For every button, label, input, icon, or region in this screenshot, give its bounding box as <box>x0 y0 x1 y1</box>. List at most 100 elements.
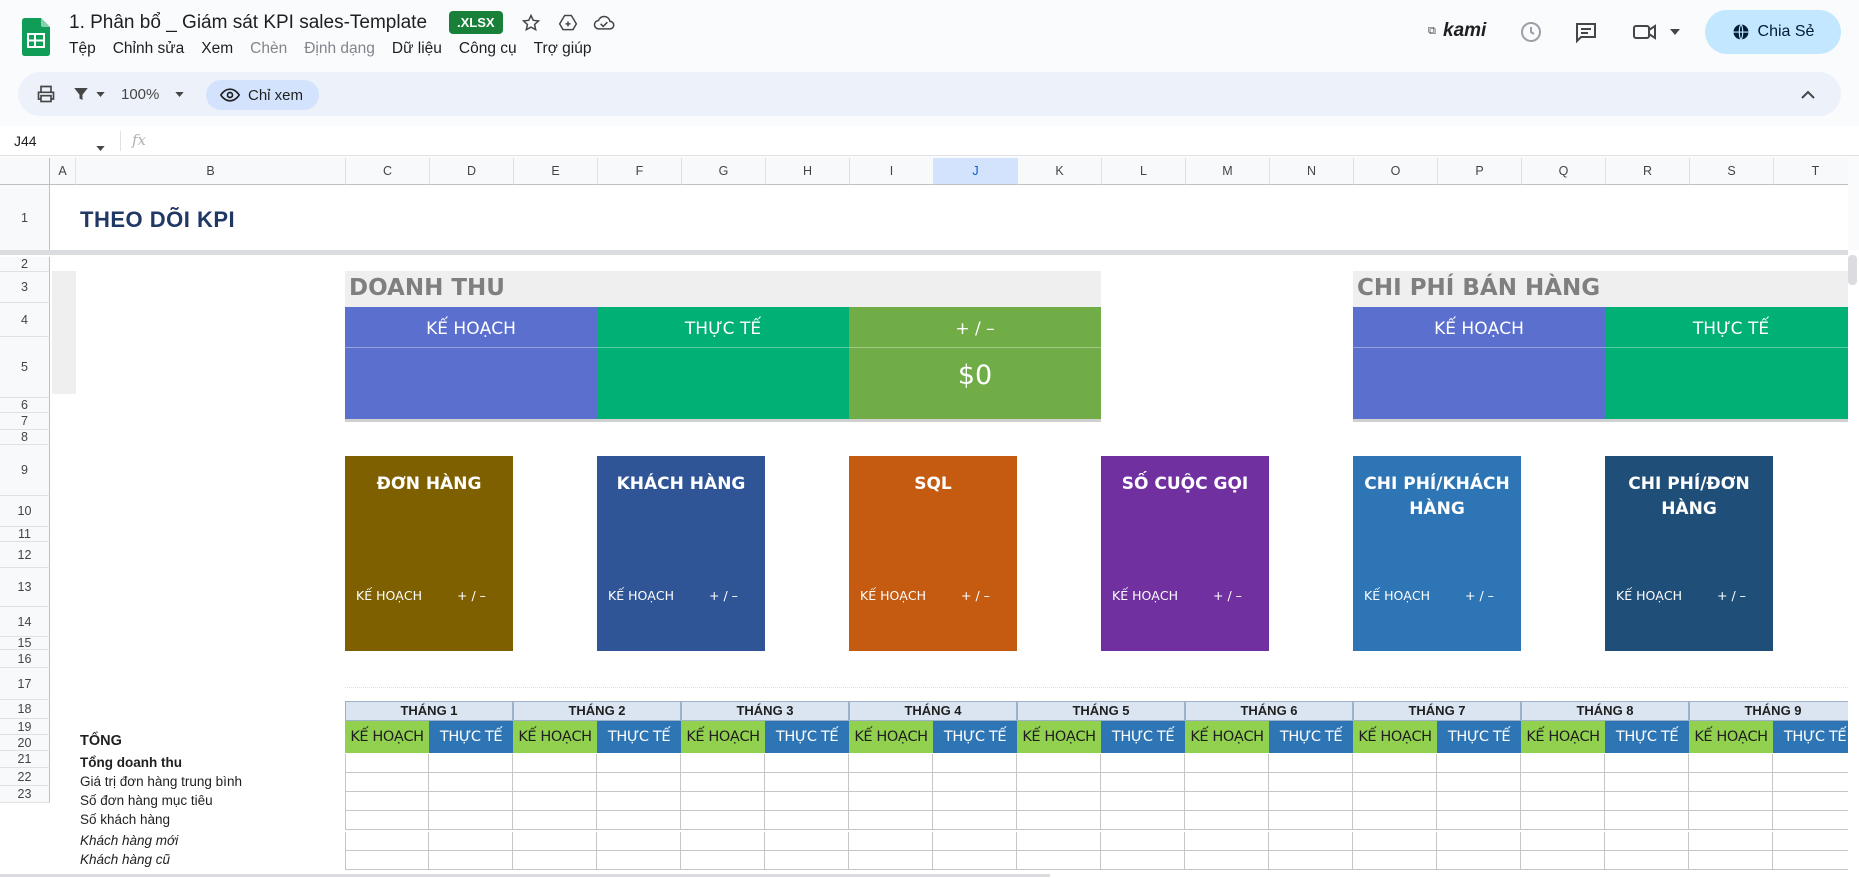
vertical-scrollbar-thumb[interactable] <box>1848 255 1857 285</box>
table-cell[interactable] <box>513 851 597 870</box>
table-cell[interactable] <box>933 792 1017 811</box>
table-cell[interactable] <box>1437 792 1521 811</box>
row-header-14[interactable]: 14 <box>0 607 50 637</box>
month-actual-header[interactable]: THỰC TẾ <box>1773 721 1848 753</box>
sales-cost-plan-box[interactable]: KẾ HOẠCH <box>1353 307 1605 419</box>
table-cell[interactable] <box>345 773 429 792</box>
row-header-19[interactable]: 19 <box>0 719 50 735</box>
month-actual-header[interactable]: THỰC TẾ <box>1101 721 1185 753</box>
column-header-f[interactable]: F <box>598 158 682 185</box>
zoom-dropdown-chevron-icon[interactable] <box>175 83 184 105</box>
table-cell[interactable] <box>1437 754 1521 773</box>
row-header-5[interactable]: 5 <box>0 337 50 398</box>
table-cell[interactable] <box>1185 811 1269 830</box>
table-cell[interactable] <box>513 832 597 851</box>
kpi-tile[interactable]: CHI PHÍ/KHÁCH HÀNG KẾ HOẠCH + / – <box>1353 456 1521 651</box>
column-header-j[interactable]: J <box>934 158 1018 185</box>
month-actual-header[interactable]: THỰC TẾ <box>429 721 513 753</box>
row-header-4[interactable]: 4 <box>0 303 50 337</box>
table-cell[interactable] <box>681 754 765 773</box>
month-plan-header[interactable]: KẾ HOẠCH <box>1353 721 1437 753</box>
table-cell[interactable] <box>429 773 513 792</box>
row-header-7[interactable]: 7 <box>0 413 50 430</box>
column-header-k[interactable]: K <box>1018 158 1102 185</box>
menu-view[interactable]: Xem <box>201 40 233 58</box>
view-only-mode-button[interactable]: Chỉ xem <box>206 80 320 110</box>
select-all-corner[interactable] <box>0 158 50 185</box>
month-header[interactable]: THÁNG 6 <box>1185 701 1353 721</box>
version-history-icon[interactable] <box>1517 18 1545 46</box>
table-cell[interactable] <box>1269 792 1353 811</box>
table-cell[interactable] <box>849 832 933 851</box>
table-cell[interactable] <box>1185 851 1269 870</box>
table-cell[interactable] <box>1101 773 1185 792</box>
revenue-actual-box[interactable]: THỰC TẾ <box>597 307 849 419</box>
month-header[interactable]: THÁNG 8 <box>1521 701 1689 721</box>
table-cell[interactable] <box>1017 851 1101 870</box>
menu-help[interactable]: Trợ giúp <box>534 40 592 58</box>
menu-tools[interactable]: Công cụ <box>459 40 517 58</box>
row-header-22[interactable]: 22 <box>0 768 50 786</box>
spreadsheet-grid[interactable]: ABCDEFGHIJKLMNOPQRST 1 2 3 4 5 6 7 8 9 10 11 12 13 14… <box>0 158 1848 878</box>
table-cell[interactable] <box>1101 811 1185 830</box>
table-cell[interactable] <box>1269 832 1353 851</box>
table-cell[interactable] <box>1689 851 1773 870</box>
table-cell[interactable] <box>933 773 1017 792</box>
frozen-rows-divider[interactable] <box>0 250 1848 255</box>
month-plan-header[interactable]: KẾ HOẠCH <box>1521 721 1605 753</box>
sheet-title[interactable]: THEO DÕI KPI <box>80 207 235 233</box>
kpi-tile[interactable]: CHI PHÍ/ĐƠN HÀNG KẾ HOẠCH + / – <box>1605 456 1773 651</box>
table-cell[interactable] <box>597 832 681 851</box>
move-to-drive-icon[interactable] <box>557 12 579 34</box>
table-cell[interactable] <box>513 773 597 792</box>
table-cell[interactable] <box>1101 851 1185 870</box>
table-cell[interactable] <box>765 811 849 830</box>
column-header-d[interactable]: D <box>430 158 514 185</box>
comments-icon[interactable] <box>1572 18 1600 46</box>
column-header-o[interactable]: O <box>1354 158 1438 185</box>
column-header-a[interactable]: A <box>50 158 76 185</box>
month-actual-header[interactable]: THỰC TẾ <box>597 721 681 753</box>
row-header-8[interactable]: 8 <box>0 430 50 445</box>
table-cell[interactable] <box>1437 773 1521 792</box>
table-cell[interactable] <box>345 832 429 851</box>
row-header-16[interactable]: 16 <box>0 650 50 668</box>
month-actual-header[interactable]: THỰC TẾ <box>1605 721 1689 753</box>
table-cell[interactable] <box>1521 851 1605 870</box>
cloud-status-icon[interactable] <box>593 12 615 34</box>
table-cell[interactable] <box>1521 832 1605 851</box>
table-cell[interactable] <box>1353 773 1437 792</box>
table-cell[interactable] <box>849 792 933 811</box>
table-cell[interactable] <box>1605 792 1689 811</box>
sheets-logo-icon[interactable] <box>22 18 50 56</box>
formula-input[interactable] <box>160 126 1850 156</box>
table-cell[interactable] <box>597 811 681 830</box>
menu-edit[interactable]: Chỉnh sửa <box>113 40 185 58</box>
table-cell[interactable] <box>765 773 849 792</box>
share-button[interactable]: Chia Sẻ <box>1705 10 1841 54</box>
row-header-9[interactable]: 9 <box>0 445 50 496</box>
table-cell[interactable] <box>765 851 849 870</box>
menu-format[interactable]: Định dạng <box>304 40 375 58</box>
table-cell[interactable] <box>1605 773 1689 792</box>
table-cell[interactable] <box>1437 851 1521 870</box>
revenue-diff-box[interactable]: + / – $0 <box>849 307 1101 419</box>
month-plan-header[interactable]: KẾ HOẠCH <box>681 721 765 753</box>
filter-icon[interactable] <box>72 83 90 105</box>
month-header[interactable]: THÁNG 1 <box>345 701 513 721</box>
table-cell[interactable] <box>1437 832 1521 851</box>
month-plan-header[interactable]: KẾ HOẠCH <box>345 721 429 753</box>
month-header[interactable]: THÁNG 9 <box>1689 701 1848 721</box>
table-cell[interactable] <box>429 832 513 851</box>
table-cell[interactable] <box>1269 851 1353 870</box>
row-header-1[interactable]: 1 <box>0 185 50 252</box>
table-cell[interactable] <box>933 851 1017 870</box>
table-cell[interactable] <box>681 851 765 870</box>
table-cell[interactable] <box>1353 811 1437 830</box>
table-cell[interactable] <box>345 811 429 830</box>
table-cell[interactable] <box>849 811 933 830</box>
menu-file[interactable]: Tệp <box>69 40 96 58</box>
table-cell[interactable] <box>1353 832 1437 851</box>
table-cell[interactable] <box>597 754 681 773</box>
name-box-dropdown-chevron-icon[interactable] <box>96 138 105 156</box>
